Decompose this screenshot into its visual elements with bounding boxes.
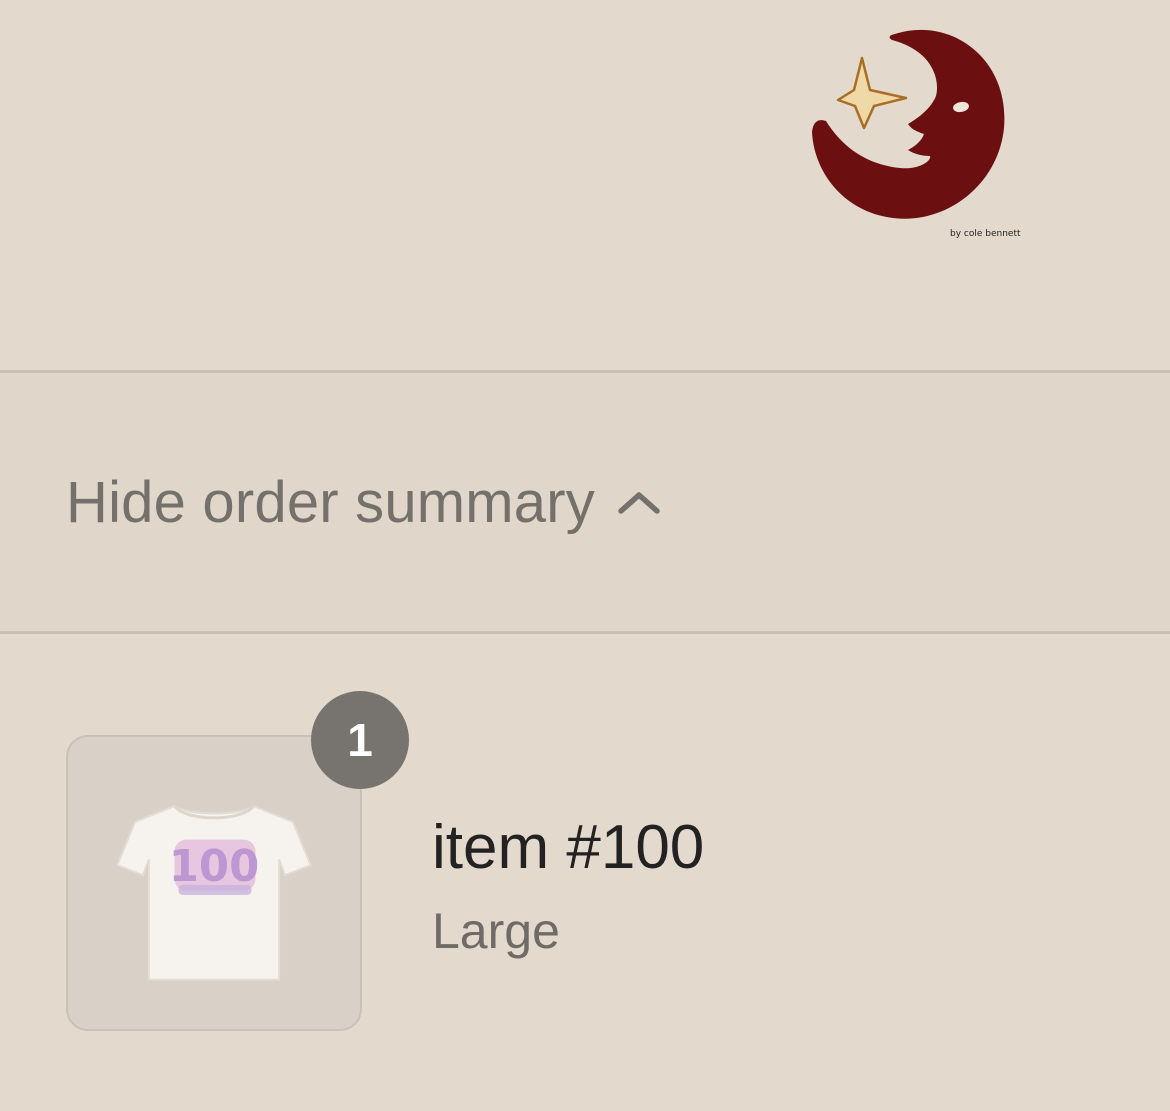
logo-caption: by cole bennett [950,229,1021,239]
line-item: 100 1 item #100 Large [0,634,1170,1111]
svg-text:100: 100 [169,842,260,892]
moon-star-logo-icon: by cole bennett [812,29,1021,239]
quantity-badge: 1 [311,691,409,789]
item-variant: Large [432,903,560,959]
brand-logo[interactable]: by cole bennett [800,20,1030,245]
tshirt-product-image: 100 [68,737,360,1029]
hide-order-summary-toggle[interactable]: Hide order summary [66,469,663,536]
header: by cole bennett [0,0,1170,370]
item-name: item #100 [432,813,705,882]
product-thumbnail: 100 [66,735,362,1031]
order-summary-bar: Hide order summary [0,373,1170,631]
order-summary-toggle-label: Hide order summary [66,469,595,535]
chevron-up-icon [618,492,660,514]
